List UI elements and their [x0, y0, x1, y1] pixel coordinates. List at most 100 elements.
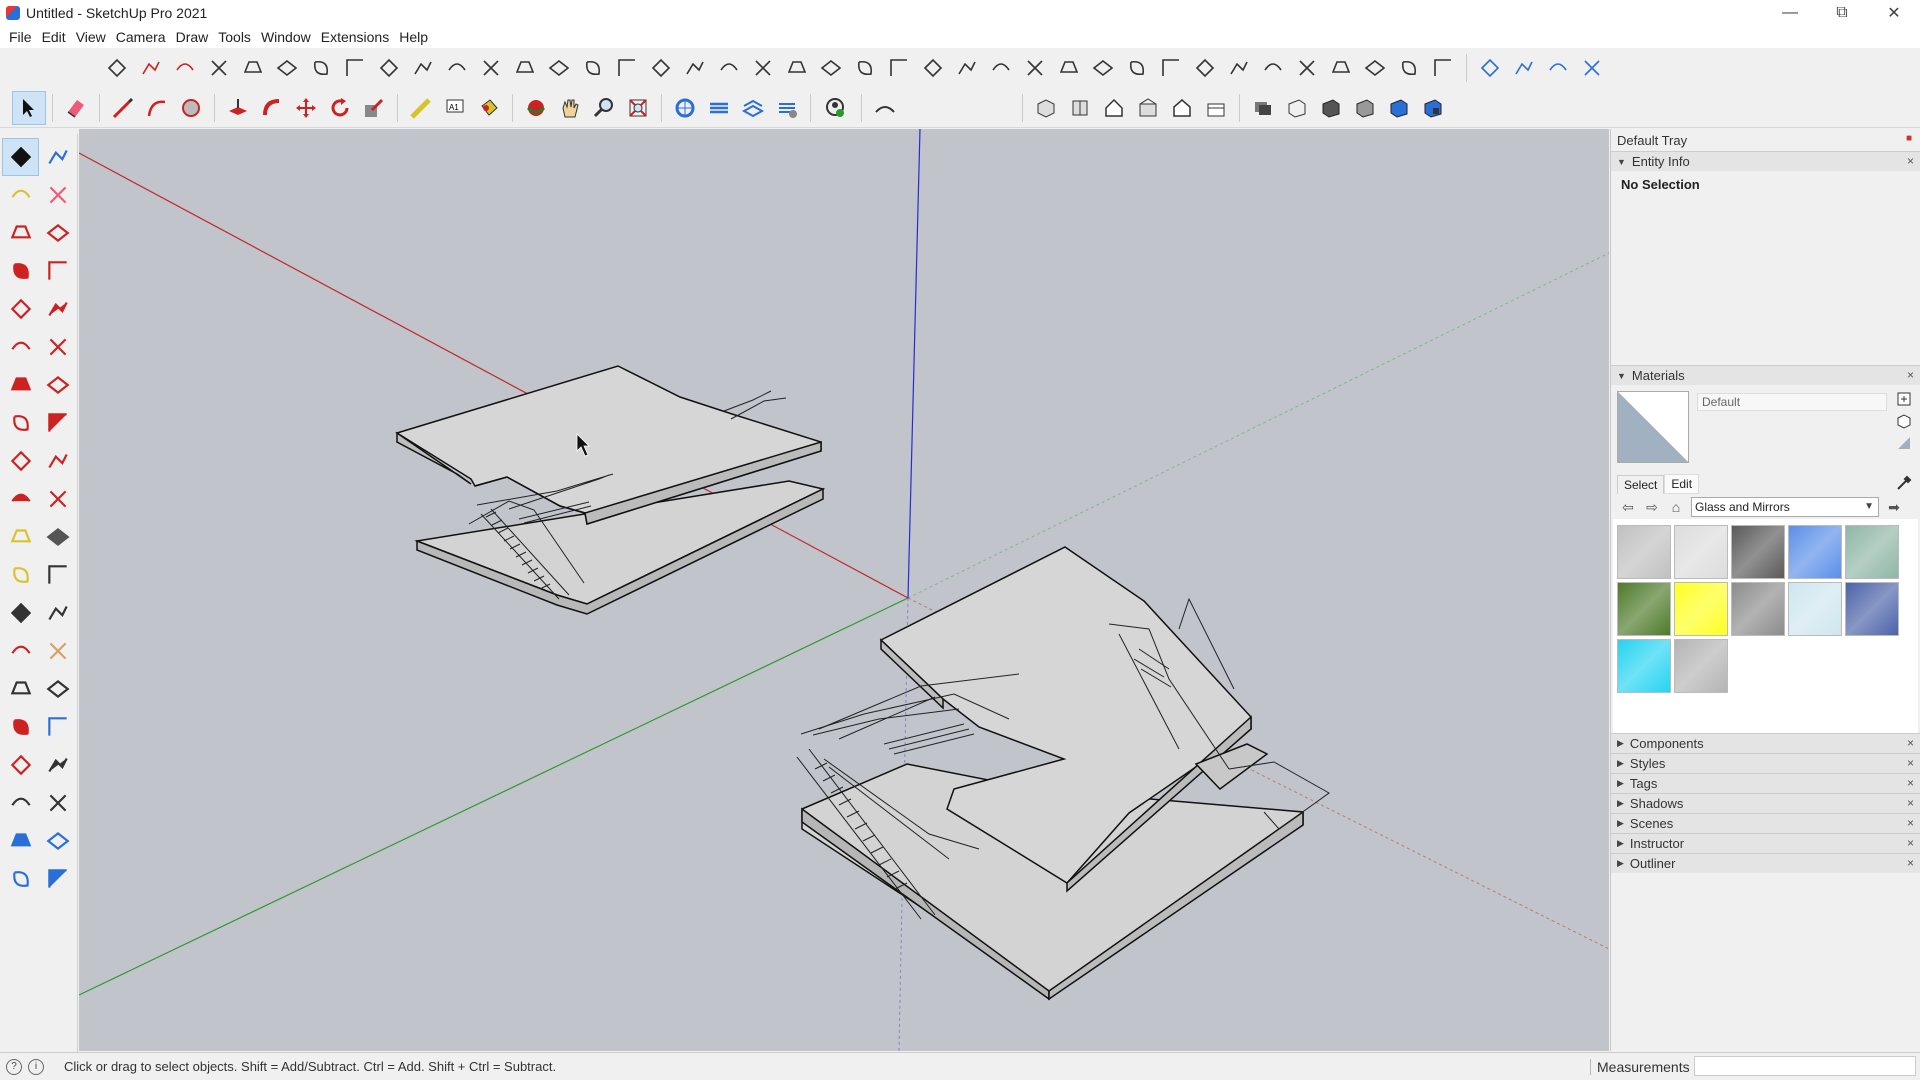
edit-tool-icon[interactable] [1575, 51, 1609, 85]
edit-tool-icon[interactable] [406, 51, 440, 85]
material-swatch[interactable] [1617, 639, 1671, 693]
panel-styles-header[interactable]: ▶ Styles × [1611, 753, 1920, 773]
back-view-icon[interactable] [1165, 91, 1199, 125]
edit-tool-icon[interactable] [1052, 51, 1086, 85]
previous-view-icon[interactable] [39, 708, 76, 746]
zoom-tool-icon[interactable] [2, 670, 39, 708]
edit-tool-icon[interactable] [576, 51, 610, 85]
hidden-line-style-icon[interactable] [1314, 91, 1348, 125]
geo-location-icon[interactable]: ? [6, 1058, 22, 1075]
look-around-icon[interactable] [39, 746, 76, 784]
material-swatch[interactable] [1617, 525, 1671, 579]
move-tool-icon[interactable] [289, 91, 323, 125]
extension-manager-icon[interactable] [770, 91, 804, 125]
component-tool-icon[interactable] [39, 138, 76, 176]
edit-tool-icon[interactable] [780, 51, 814, 85]
material-swatch[interactable] [1788, 582, 1842, 636]
edit-tool-icon[interactable] [1222, 51, 1256, 85]
forward-arrow-icon[interactable]: ⇨ [1643, 498, 1661, 516]
menu-help[interactable]: Help [394, 29, 433, 45]
panel-entity-info-header[interactable]: ▼ Entity Info × [1611, 151, 1920, 171]
home-icon[interactable]: ⌂ [1667, 498, 1685, 516]
3d-warehouse-icon[interactable] [2, 822, 39, 860]
edit-tool-icon[interactable] [848, 51, 882, 85]
extension-warehouse-icon[interactable] [702, 91, 736, 125]
material-swatch[interactable] [1845, 525, 1899, 579]
menu-tools[interactable]: Tools [213, 29, 256, 45]
arc-tool-icon[interactable] [2, 328, 39, 366]
edit-tool-icon[interactable] [542, 51, 576, 85]
push-pull-tool-icon[interactable] [221, 91, 255, 125]
rotate-tool-icon[interactable] [323, 91, 357, 125]
pie-tool-icon[interactable] [39, 366, 76, 404]
edit-tool-icon[interactable] [1154, 51, 1188, 85]
three-point-arc-icon[interactable] [2, 366, 39, 404]
monochrome-style-icon[interactable] [1416, 91, 1450, 125]
circle-tool-icon[interactable] [2, 290, 39, 328]
modeling-viewport[interactable] [79, 129, 1609, 1051]
pencil-tool-icon[interactable] [2, 214, 39, 252]
edit-tool-icon[interactable] [202, 51, 236, 85]
edit-tool-icon[interactable] [372, 51, 406, 85]
layout-icon[interactable] [2, 860, 39, 898]
xray-style-icon[interactable] [1246, 91, 1280, 125]
tape-measure-icon[interactable] [2, 518, 39, 556]
edit-tool-icon[interactable] [1392, 51, 1426, 85]
edit-tool-icon[interactable] [236, 51, 270, 85]
eraser-tool-icon[interactable] [39, 176, 76, 214]
edit-tool-icon[interactable] [338, 51, 372, 85]
pan-tool-icon[interactable] [553, 91, 587, 125]
3d-warehouse-icon[interactable] [668, 91, 702, 125]
section-plane-icon[interactable] [39, 784, 76, 822]
material-swatch[interactable] [1617, 582, 1671, 636]
close-icon[interactable]: × [1907, 796, 1914, 810]
edit-tool-icon[interactable] [882, 51, 916, 85]
edit-tool-icon[interactable] [440, 51, 474, 85]
edit-tool-icon[interactable] [610, 51, 644, 85]
edit-tool-icon[interactable] [1473, 51, 1507, 85]
close-icon[interactable]: × [1907, 756, 1914, 770]
move-tool-icon[interactable] [2, 404, 39, 442]
create-material-icon[interactable] [1896, 391, 1912, 407]
close-icon[interactable]: × [1907, 736, 1914, 750]
measurements-input[interactable] [1694, 1056, 1916, 1076]
scale-tool-icon[interactable] [357, 91, 391, 125]
scale-tool-icon[interactable] [2, 480, 39, 518]
left-view-icon[interactable] [1199, 91, 1233, 125]
extension-warehouse-icon[interactable] [39, 822, 76, 860]
edit-tool-icon[interactable] [950, 51, 984, 85]
position-camera-icon[interactable] [2, 746, 39, 784]
profile-dropdown-icon[interactable] [817, 91, 855, 125]
panel-components-header[interactable]: ▶ Components × [1611, 733, 1920, 753]
paint-bucket-icon[interactable] [472, 91, 506, 125]
paint-pointer-icon[interactable] [1896, 435, 1912, 451]
close-icon[interactable]: × [1907, 816, 1914, 830]
close-icon[interactable]: ✕ [1868, 0, 1920, 26]
material-swatch[interactable] [1845, 582, 1899, 636]
rotated-rectangle-icon[interactable] [39, 252, 76, 290]
paint-bucket-icon[interactable] [2, 176, 39, 214]
panel-outliner-header[interactable]: ▶ Outliner × [1611, 853, 1920, 873]
zoom-tool-icon[interactable] [587, 91, 621, 125]
edit-tool-icon[interactable] [1324, 51, 1358, 85]
extension-manager-icon[interactable] [39, 860, 76, 898]
walk-tool-icon[interactable] [2, 784, 39, 822]
tray-pin-icon[interactable]: ■ [1906, 133, 1912, 144]
circle-tool-icon[interactable] [174, 91, 208, 125]
edit-tool-icon[interactable] [1290, 51, 1324, 85]
edit-tool-icon[interactable] [1358, 51, 1392, 85]
right-view-icon[interactable] [1131, 91, 1165, 125]
tab-select[interactable]: Select [1617, 474, 1665, 494]
arc-tool-icon[interactable] [140, 91, 174, 125]
sandbox-icon[interactable] [868, 91, 902, 125]
menu-file[interactable]: File [4, 29, 37, 45]
tape-measure-icon[interactable] [404, 91, 438, 125]
text-tool-icon[interactable] [39, 556, 76, 594]
edit-tool-icon[interactable] [746, 51, 780, 85]
edit-tool-icon[interactable] [678, 51, 712, 85]
edit-tool-icon[interactable] [1426, 51, 1460, 85]
material-swatch[interactable] [1674, 639, 1728, 693]
orbit-tool-icon[interactable] [519, 91, 553, 125]
material-swatch[interactable] [1731, 582, 1785, 636]
scene-canvas[interactable] [79, 129, 1609, 1051]
